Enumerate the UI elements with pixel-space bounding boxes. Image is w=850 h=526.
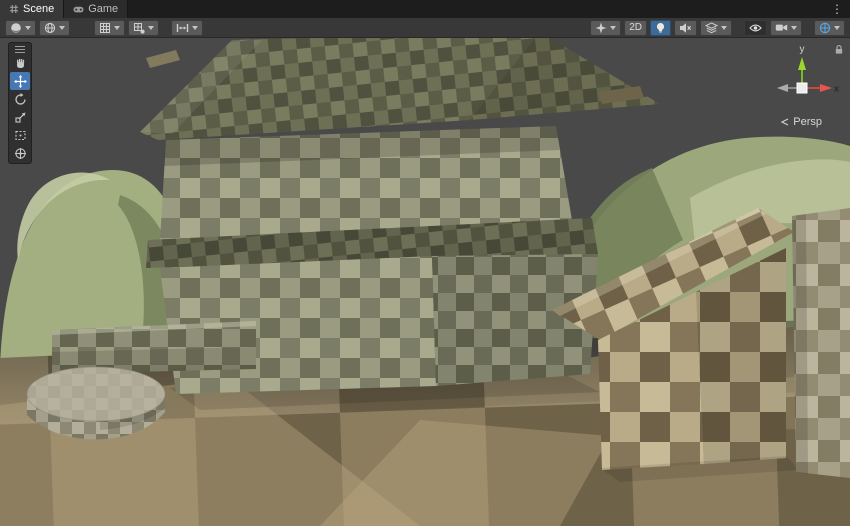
tab-scene[interactable]: Scene xyxy=(0,0,64,18)
axis-negx-handle[interactable] xyxy=(777,84,788,92)
move-tool[interactable] xyxy=(10,72,30,90)
snap-settings-dropdown[interactable] xyxy=(171,20,203,36)
transform-tool[interactable] xyxy=(10,144,30,162)
dropdown-arrow-icon xyxy=(610,26,616,30)
gizmos-dropdown[interactable] xyxy=(814,20,845,36)
grid-icon xyxy=(99,22,111,34)
projection-toggle[interactable]: Persp xyxy=(780,116,822,128)
dropdown-arrow-icon xyxy=(192,26,198,30)
2d-toggle[interactable]: 2D xyxy=(624,20,647,36)
dropdown-arrow-icon xyxy=(59,26,65,30)
scene-tab-icon xyxy=(9,4,19,14)
view-tool[interactable] xyxy=(10,54,30,72)
dropdown-arrow-icon xyxy=(791,26,797,30)
game-tab-icon xyxy=(73,5,84,14)
dropdown-arrow-icon xyxy=(25,26,31,30)
axis-y-handle[interactable] xyxy=(798,57,806,70)
gizmo-center-cube[interactable] xyxy=(797,83,807,93)
speaker-muted-icon xyxy=(679,22,692,34)
orientation-gizmo[interactable]: y x xyxy=(762,40,842,120)
tab-strip: Scene Game ⋮ xyxy=(0,0,850,18)
scene-toolbar: 2D xyxy=(0,18,850,38)
tab-game-label: Game xyxy=(88,3,118,15)
unity-scene-view-window: Scene Game ⋮ xyxy=(0,0,850,526)
stone-wall[interactable] xyxy=(52,321,256,374)
2d-toggle-label: 2D xyxy=(629,22,642,33)
visibility-toggle[interactable] xyxy=(744,20,767,36)
orientation-gizmo-render: y x xyxy=(762,40,842,120)
layers-icon xyxy=(705,22,718,34)
audio-toggle[interactable] xyxy=(674,20,697,36)
camera-view-dropdown[interactable] xyxy=(39,20,70,36)
wire-globe-icon xyxy=(44,22,56,34)
shading-mode-dropdown[interactable] xyxy=(5,20,36,36)
dropdown-arrow-icon xyxy=(834,26,840,30)
tab-game[interactable]: Game xyxy=(64,0,128,18)
right-wall[interactable] xyxy=(792,208,850,478)
projection-label: Persp xyxy=(793,116,822,128)
scale-tool[interactable] xyxy=(10,108,30,126)
camera-icon xyxy=(775,22,788,33)
hand-icon xyxy=(14,57,27,70)
persp-cone-icon xyxy=(780,117,790,127)
fx-dropdown[interactable] xyxy=(590,20,621,36)
axis-x-handle[interactable] xyxy=(820,84,832,92)
lighting-toggle[interactable] xyxy=(650,20,671,36)
grid-snap-icon xyxy=(133,22,145,34)
tools-palette xyxy=(8,42,32,164)
rotate-icon xyxy=(14,93,27,106)
axis-y-label: y xyxy=(800,44,805,55)
tools-palette-grip[interactable] xyxy=(10,44,30,54)
grid-snap-dropdown[interactable] xyxy=(128,20,159,36)
effects-dropdown[interactable] xyxy=(700,20,732,36)
rect-tool[interactable] xyxy=(10,126,30,144)
camera-settings-dropdown[interactable] xyxy=(770,20,802,36)
dropdown-arrow-icon xyxy=(148,26,154,30)
scale-icon xyxy=(14,111,27,124)
dropdown-arrow-icon xyxy=(114,26,120,30)
shaded-sphere-icon xyxy=(10,22,22,34)
rotate-tool[interactable] xyxy=(10,90,30,108)
grid-visibility-dropdown[interactable] xyxy=(94,20,125,36)
rect-icon xyxy=(14,129,27,142)
light-bulb-icon xyxy=(655,22,666,34)
star-icon xyxy=(595,22,607,34)
transform-icon xyxy=(14,147,27,160)
dropdown-arrow-icon xyxy=(721,26,727,30)
snap-move-icon xyxy=(176,22,189,34)
scene-render xyxy=(0,38,850,526)
gizmo-sphere-icon xyxy=(819,22,831,34)
scene-viewport[interactable] xyxy=(0,38,850,526)
axis-x-label: x xyxy=(834,84,839,94)
window-menu-button[interactable]: ⋮ xyxy=(824,0,850,18)
move-arrows-icon xyxy=(14,75,27,88)
kebab-menu-icon: ⋮ xyxy=(831,3,843,15)
eye-icon xyxy=(749,23,762,33)
tab-scene-label: Scene xyxy=(23,3,54,15)
